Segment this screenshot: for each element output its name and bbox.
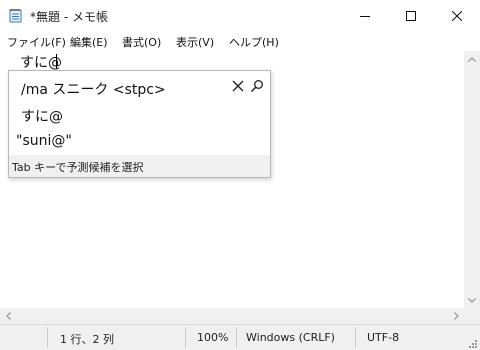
- resize-grip-icon[interactable]: [466, 337, 478, 349]
- scrollbar-corner: [464, 308, 480, 324]
- notepad-icon: [9, 9, 22, 23]
- maximize-button[interactable]: [388, 0, 434, 31]
- menu-format[interactable]: 書式(O): [122, 34, 161, 50]
- maximize-icon: [406, 10, 416, 21]
- close-icon: [452, 10, 462, 21]
- scroll-up-button[interactable]: [464, 51, 480, 67]
- ime-candidate[interactable]: /ma スニーク <stpc>: [21, 79, 166, 99]
- title-bar[interactable]: *無題 - メモ帳: [0, 0, 480, 31]
- status-divider: [355, 327, 356, 348]
- scroll-down-button[interactable]: [464, 292, 480, 308]
- close-button[interactable]: [434, 0, 480, 31]
- ime-hint-bar: Tab キーで予測候補を選択: [9, 155, 270, 177]
- menu-bar: ファイル(F) 編集(E) 書式(O) 表示(V) ヘルプ(H): [0, 31, 480, 51]
- scroll-right-button[interactable]: [448, 308, 464, 324]
- ime-candidate[interactable]: すに@: [21, 106, 63, 126]
- line-ending: Windows (CRLF): [246, 331, 335, 344]
- chevron-up-icon: [468, 56, 476, 62]
- encoding: UTF-8: [367, 331, 400, 344]
- vertical-scrollbar[interactable]: [464, 51, 480, 308]
- chevron-left-icon: [5, 312, 11, 320]
- scroll-left-button[interactable]: [0, 308, 16, 324]
- menu-file[interactable]: ファイル(F): [7, 34, 66, 50]
- chevron-right-icon: [453, 312, 459, 320]
- zoom-level: 100%: [197, 331, 229, 344]
- minimize-button[interactable]: [342, 0, 388, 31]
- horizontal-scrollbar[interactable]: [0, 308, 464, 324]
- ime-candidate[interactable]: "suni@": [16, 133, 72, 149]
- ime-hint-text: Tab キーで予測候補を選択: [12, 161, 144, 174]
- status-bar: 1 行、2 列 100% Windows (CRLF) UTF-8: [0, 324, 480, 350]
- menu-view[interactable]: 表示(V): [176, 34, 214, 50]
- close-icon[interactable]: [231, 79, 245, 93]
- cursor-position: 1 行、2 列: [60, 333, 114, 346]
- minimize-icon: [360, 15, 370, 17]
- status-divider: [185, 327, 186, 348]
- window-title: *無題 - メモ帳: [30, 10, 108, 24]
- status-divider: [236, 327, 237, 348]
- menu-help[interactable]: ヘルプ(H): [229, 34, 279, 50]
- search-icon[interactable]: [250, 79, 264, 93]
- menu-edit[interactable]: 編集(E): [70, 34, 108, 50]
- ime-candidate-popup: /ma スニーク <stpc> すに@ "suni@" Tab キーで予測候補を…: [8, 70, 271, 178]
- text-caret: [56, 54, 57, 69]
- status-divider: [47, 327, 48, 348]
- notepad-window: *無題 - メモ帳 ファイル(F) 編集(E) 書式(O) 表示(V) ヘルプ(…: [0, 0, 480, 350]
- chevron-down-icon: [468, 297, 476, 303]
